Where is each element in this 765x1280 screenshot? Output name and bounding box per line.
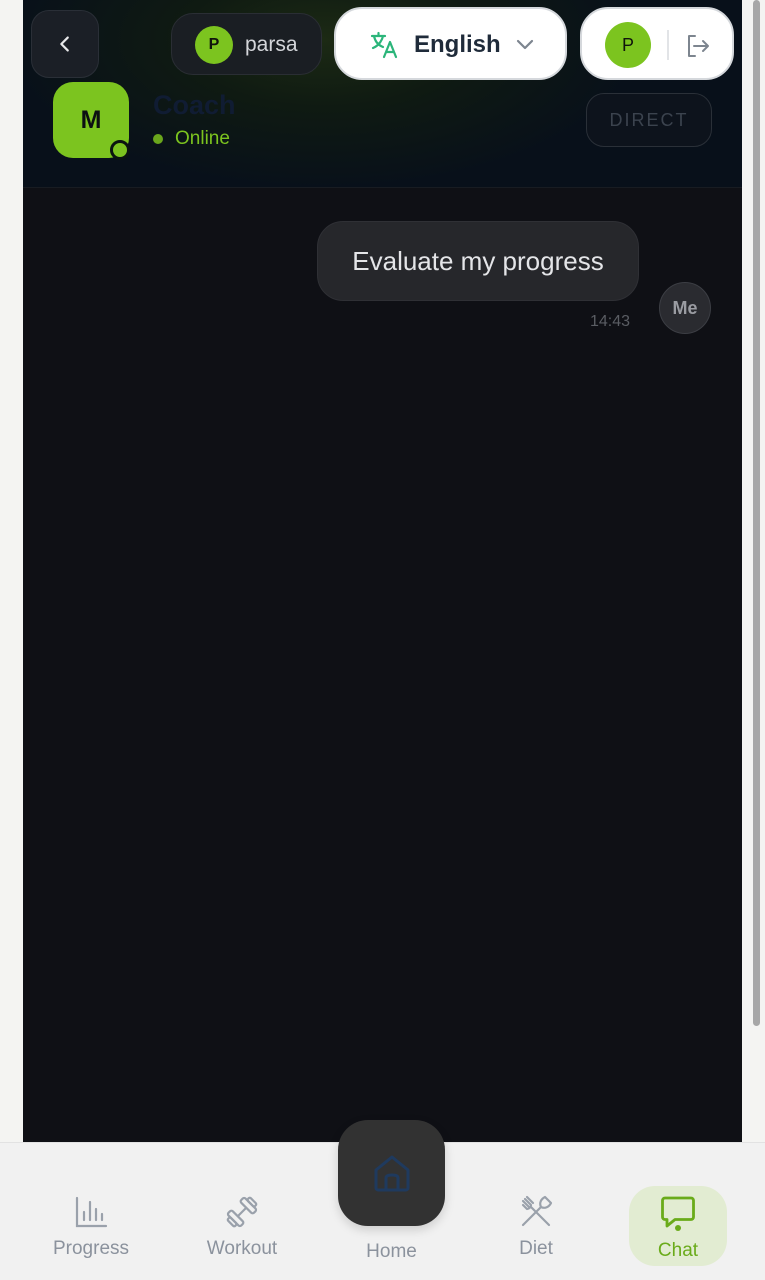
user-name: parsa	[245, 33, 298, 56]
direct-button[interactable]: DIRECT	[586, 93, 712, 147]
status-text: Online	[175, 128, 230, 149]
nav-diet[interactable]: Diet	[491, 1194, 581, 1260]
divider	[667, 30, 669, 60]
nav-progress-label: Progress	[52, 1238, 130, 1259]
nav-chat-label: Chat	[657, 1240, 699, 1261]
nav-workout[interactable]: Workout	[197, 1194, 287, 1260]
coach-name: Coach	[153, 90, 236, 120]
home-icon	[374, 1155, 409, 1192]
logout-icon[interactable]	[684, 32, 712, 60]
sender-avatar: Me	[659, 282, 711, 334]
language-selector[interactable]: English	[334, 7, 567, 80]
message-time: 14:43	[590, 313, 631, 330]
nav-chat[interactable]: Chat	[633, 1194, 723, 1262]
chat-bubble-icon	[661, 1196, 695, 1231]
fork-knife-icon	[521, 1195, 553, 1227]
message-bubble[interactable]: Evaluate my progress	[317, 221, 639, 301]
chevron-down-icon	[516, 39, 534, 50]
account-box: P	[580, 7, 734, 80]
bar-chart-icon	[75, 1196, 108, 1228]
nav-home-button[interactable]	[338, 1120, 445, 1226]
app-screen: M Coach Online DIRECT Evaluate my progre…	[0, 0, 765, 1280]
online-indicator	[110, 140, 130, 160]
status-dot	[153, 134, 163, 144]
account-avatar[interactable]: P	[605, 22, 651, 68]
user-chip[interactable]: P parsa	[171, 13, 322, 75]
back-button[interactable]	[31, 10, 99, 78]
translate-icon	[370, 31, 398, 59]
dumbbell-icon	[226, 1196, 258, 1228]
chat-panel: M Coach Online DIRECT Evaluate my progre…	[23, 0, 742, 1142]
nav-diet-label: Diet	[519, 1238, 553, 1259]
chevron-left-icon	[60, 36, 69, 52]
scrollbar[interactable]	[753, 0, 760, 1026]
nav-home-label: Home	[366, 1241, 417, 1262]
user-avatar: P	[195, 26, 233, 64]
nav-progress[interactable]: Progress	[46, 1194, 136, 1260]
language-label: English	[414, 31, 501, 58]
nav-workout-label: Workout	[206, 1238, 278, 1259]
